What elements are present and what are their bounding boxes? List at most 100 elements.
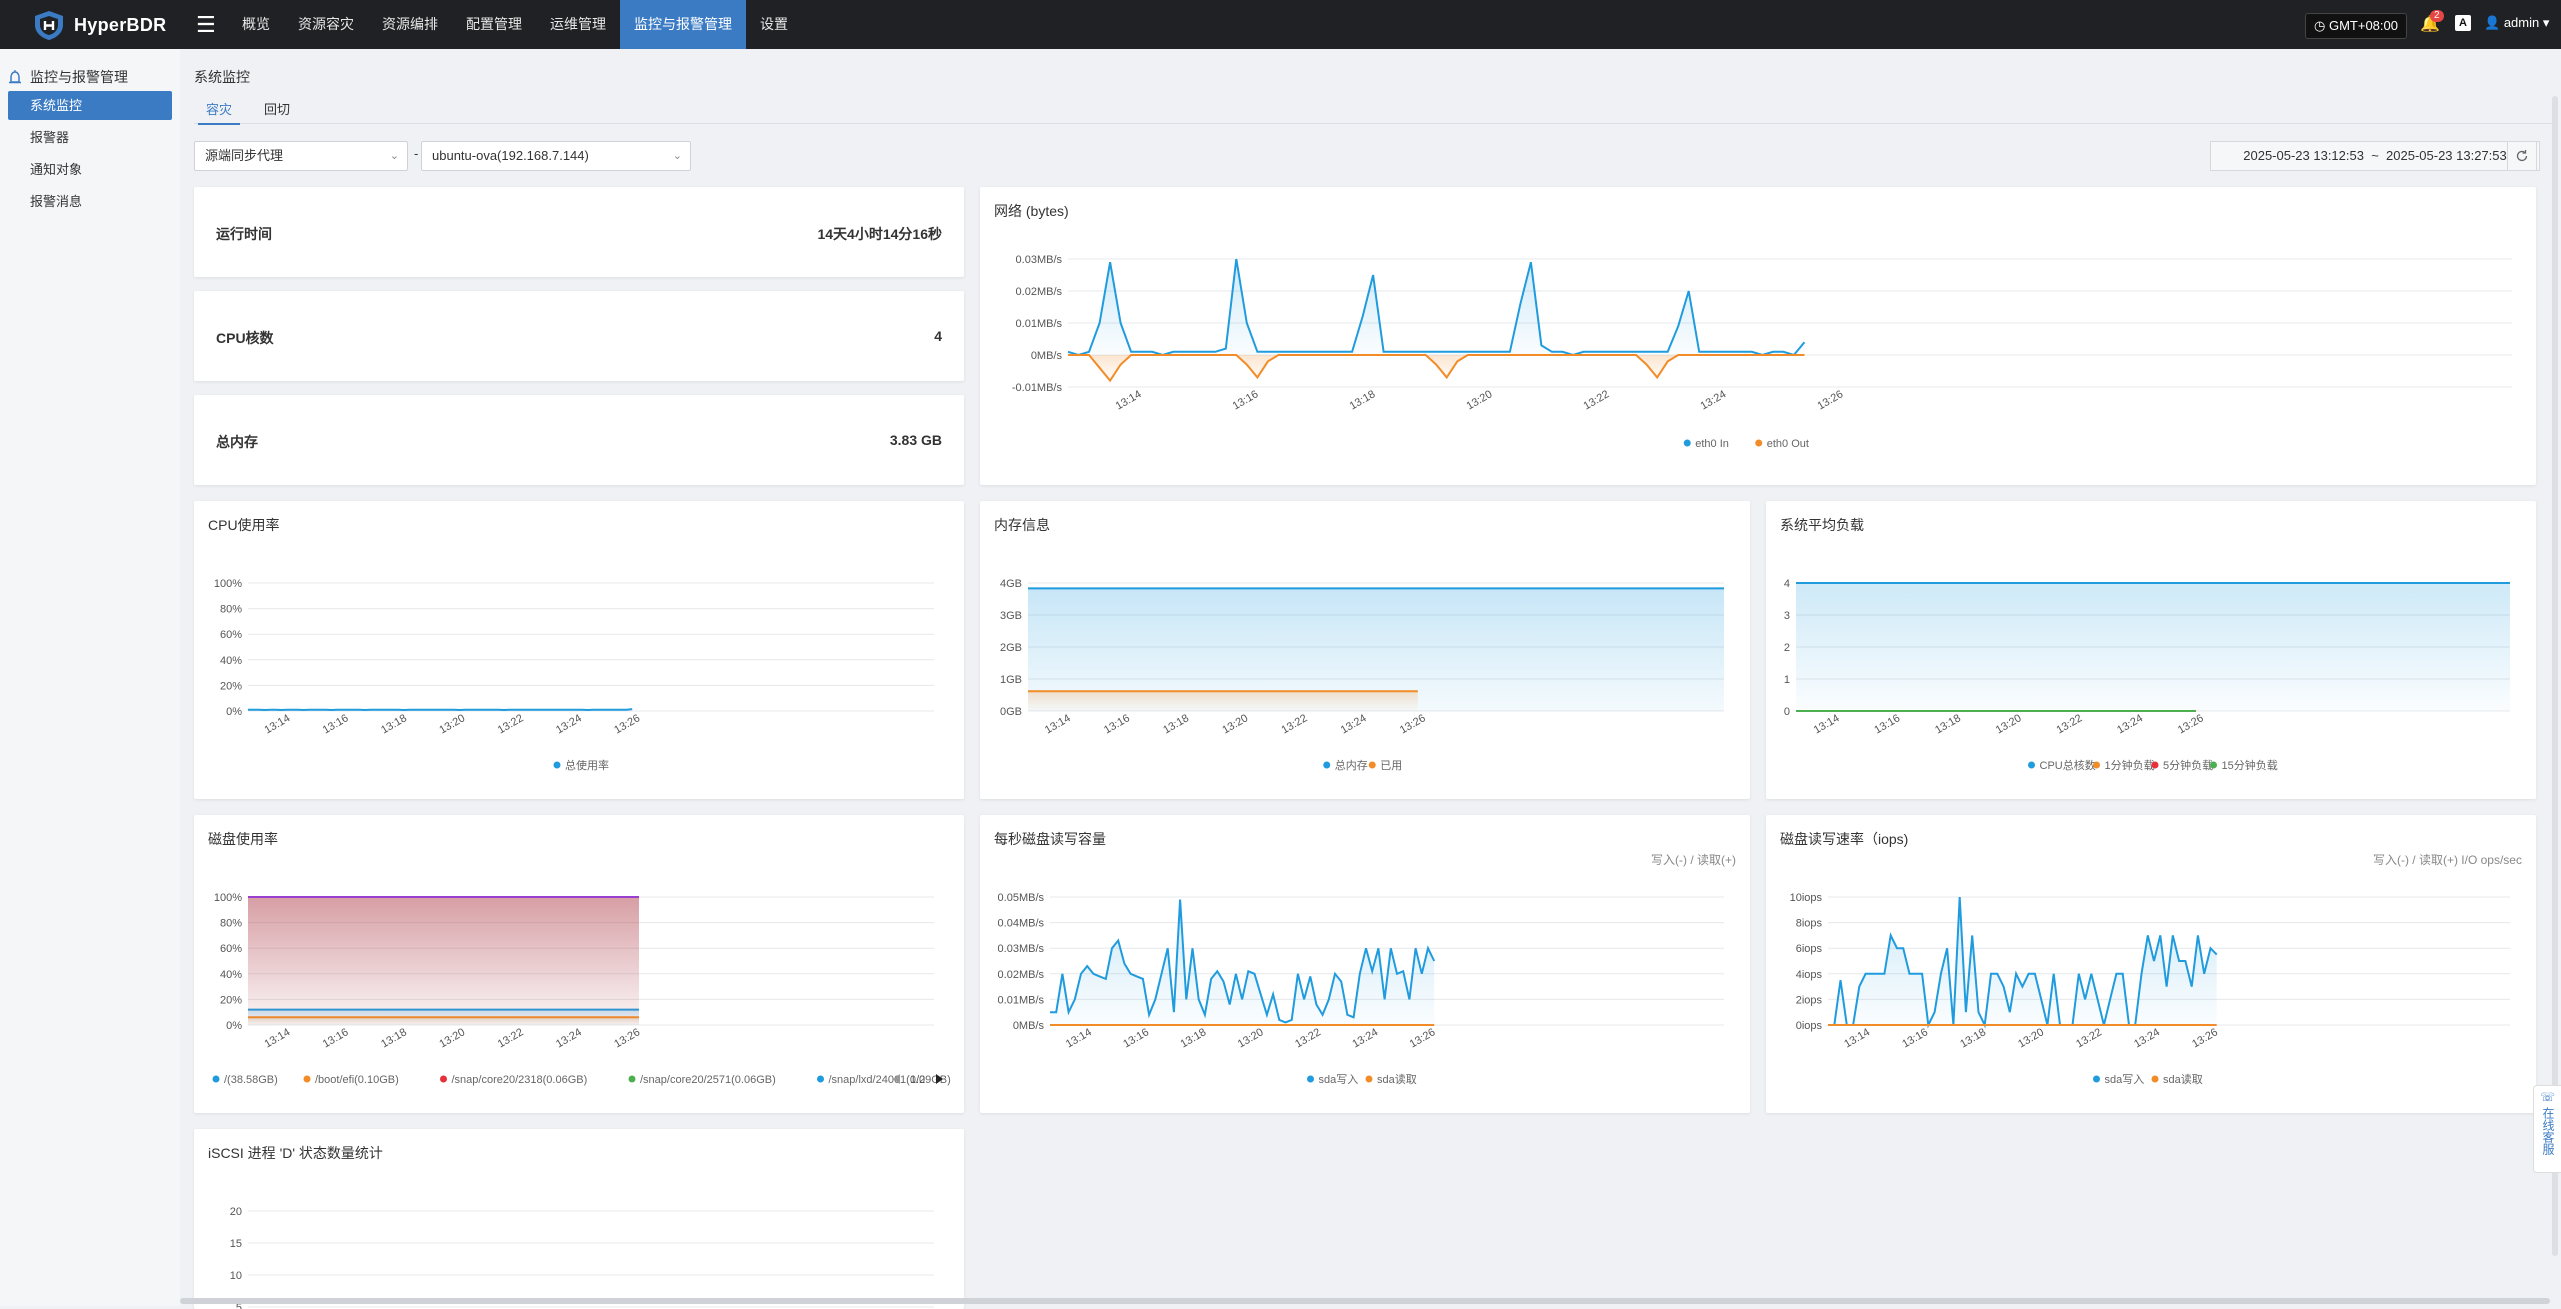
online-support-button[interactable]: ☏ 在线客服 bbox=[2533, 1085, 2561, 1173]
y-tick-label: 2iops bbox=[1796, 994, 1823, 1006]
x-tick-label: 13:20 bbox=[1465, 388, 1495, 412]
sidebar-section-title[interactable]: 监控与报警管理 bbox=[8, 67, 128, 87]
nav-item-monitoring[interactable]: 监控与报警管理 bbox=[620, 0, 746, 49]
y-tick-label: 4 bbox=[1784, 578, 1790, 590]
main-nav: 概览 资源容灾 资源编排 配置管理 运维管理 监控与报警管理 设置 bbox=[228, 0, 802, 49]
series-area-1 bbox=[1028, 691, 1418, 711]
legend-marker bbox=[2151, 1075, 2159, 1083]
x-tick-label: 13:16 bbox=[1900, 1026, 1930, 1050]
sidebar-item-system-monitor[interactable]: 系统监控 bbox=[8, 91, 172, 120]
app-logo[interactable]: HyperBDR bbox=[32, 9, 166, 41]
legend-marker bbox=[628, 1075, 636, 1083]
refresh-button[interactable] bbox=[2507, 141, 2537, 171]
y-tick-label: 0.02MB/s bbox=[998, 969, 1045, 981]
language-icon[interactable]: A bbox=[2455, 15, 2471, 31]
y-tick-label: 0MB/s bbox=[1031, 350, 1063, 362]
y-tick-label: 2 bbox=[1784, 642, 1790, 654]
x-tick-label: 13:22 bbox=[1582, 388, 1612, 412]
legend-label: sda读取 bbox=[1377, 1072, 1417, 1086]
nav-item-orchestration[interactable]: 资源编排 bbox=[368, 0, 452, 49]
y-tick-label: 1GB bbox=[1000, 674, 1022, 686]
y-tick-label: 0iops bbox=[1796, 1020, 1823, 1032]
y-tick-label: 0.05MB/s bbox=[998, 892, 1045, 904]
date-range-picker[interactable]: 2025-05-23 13:12:53 ~ 2025-05-23 13:27:5… bbox=[2210, 141, 2540, 171]
filter-separator: - bbox=[414, 146, 419, 161]
y-tick-label: 0% bbox=[226, 1020, 242, 1032]
x-tick-label: 13:22 bbox=[2054, 712, 2084, 736]
y-tick-label: 0.01MB/s bbox=[998, 994, 1045, 1006]
chart-card-load: 系统平均负载 4 3 2 1 0 13:14 13:16 13:18 13:20 13:22 13:… bbox=[1766, 501, 2536, 799]
menu-toggle-icon[interactable]: ☰ bbox=[196, 12, 216, 38]
x-tick-label: 13:24 bbox=[1350, 1026, 1380, 1050]
date-to: 2025-05-23 13:27:53 bbox=[2386, 148, 2507, 163]
nav-item-config[interactable]: 配置管理 bbox=[452, 0, 536, 49]
legend-label: 15分钟负载 bbox=[2222, 758, 2278, 772]
legend-marker bbox=[1307, 1075, 1314, 1083]
nav-item-dr[interactable]: 资源容灾 bbox=[284, 0, 368, 49]
tab-dr[interactable]: 容灾 bbox=[198, 99, 241, 125]
x-tick-label: 13:26 bbox=[1815, 388, 1845, 412]
vertical-scrollbar[interactable] bbox=[2552, 96, 2558, 1256]
headset-icon: ☏ bbox=[2539, 1090, 2555, 1104]
x-tick-label: 13:16 bbox=[321, 1026, 351, 1050]
y-tick-label: 0.02MB/s bbox=[1016, 286, 1063, 298]
legend-marker bbox=[2028, 761, 2035, 769]
legend-marker bbox=[817, 1075, 824, 1083]
legend-marker bbox=[1323, 761, 1331, 769]
nav-item-settings[interactable]: 设置 bbox=[746, 0, 802, 49]
chart-card-network: 网络 (bytes) 0.03MB/s 0.02MB/s 0.01MB/s 0MB/s… bbox=[980, 187, 2536, 485]
x-tick-label: 13:24 bbox=[1339, 712, 1369, 736]
legend-marker bbox=[212, 1075, 220, 1083]
chart-svg-iscsi: 2015105 bbox=[230, 1206, 934, 1309]
y-tick-label: 20 bbox=[230, 1206, 242, 1218]
chart-svg-disk_rw: 0.05MB/s 0.04MB/s 0.03MB/s 0.02MB/s 0.01MB/s… bbox=[998, 892, 1724, 1086]
top-bar: HyperBDR ☰ 概览 资源容灾 资源编排 配置管理 运维管理 监控与报警管… bbox=[0, 0, 2561, 49]
y-tick-label: 10 bbox=[230, 1270, 242, 1282]
legend-label: 1分钟负载 bbox=[2105, 758, 2155, 772]
y-tick-label: 3GB bbox=[1000, 610, 1022, 622]
x-tick-label: 13:24 bbox=[1698, 388, 1728, 412]
shield-logo-icon bbox=[35, 11, 63, 40]
chevron-down-icon: ⌄ bbox=[389, 150, 399, 162]
x-tick-label: 13:26 bbox=[1408, 1026, 1438, 1050]
user-icon: 👤 bbox=[2484, 15, 2504, 30]
series-area-0 bbox=[1068, 259, 1805, 355]
legend-label: 已用 bbox=[1380, 760, 1402, 772]
nav-item-overview[interactable]: 概览 bbox=[228, 0, 284, 49]
y-tick-label: 40% bbox=[220, 655, 242, 667]
x-tick-label: 13:14 bbox=[1064, 1026, 1094, 1050]
y-tick-label: 4iops bbox=[1796, 969, 1823, 981]
chart-svg-memory: 4GB 3GB 2GB 1GB 0GB 13:14 13:16 13:18 13:20 13:22… bbox=[1000, 578, 1724, 772]
nav-item-ops[interactable]: 运维管理 bbox=[536, 0, 620, 49]
series-area-0 bbox=[1796, 583, 2510, 711]
x-tick-label: 13:18 bbox=[379, 1026, 409, 1050]
tab-failback[interactable]: 回切 bbox=[256, 99, 298, 123]
chart-card-iscsi: iSCSI 进程 'D' 状态数量统计 20 15 10 5 bbox=[194, 1129, 964, 1309]
x-tick-label: 13:14 bbox=[262, 1026, 292, 1050]
sidebar-item-notify-targets[interactable]: 通知对象 bbox=[8, 155, 172, 184]
x-tick-label: 13:16 bbox=[1872, 712, 1902, 736]
legend-marker bbox=[553, 761, 561, 769]
host-select[interactable]: ubuntu-ova(192.168.7.144) ⌄ bbox=[421, 141, 691, 171]
timezone-button[interactable]: ◷ GMT+08:00 bbox=[2305, 13, 2407, 39]
x-tick-label: 13:18 bbox=[1161, 712, 1191, 736]
sidebar-item-alarm-messages[interactable]: 报警消息 bbox=[8, 187, 172, 216]
y-tick-label: 80% bbox=[220, 604, 242, 616]
user-menu[interactable]: 👤 admin ▾ bbox=[2484, 15, 2549, 31]
stat-label: CPU核数 bbox=[216, 330, 274, 346]
horizontal-scrollbar[interactable] bbox=[180, 1298, 2550, 1304]
x-tick-label: 13:26 bbox=[1398, 712, 1428, 736]
chart-svg-disk_iops: 10iops 8iops 6iops 4iops 2iops 0iops 13:14 13:1… bbox=[1790, 892, 2510, 1086]
y-tick-label: 100% bbox=[214, 892, 242, 904]
refresh-icon bbox=[2516, 150, 2528, 162]
chart-svg-disk_usage: 100% 80% 60% 40% 20% 0% 13:14 13:16 13:18 13:20 13… bbox=[212, 892, 951, 1086]
agent-type-select[interactable]: 源端同步代理 ⌄ bbox=[194, 141, 408, 171]
legend-label: CPU总核数 bbox=[2040, 758, 2096, 772]
x-tick-label: 13:22 bbox=[1280, 712, 1310, 736]
y-tick-label: 0.03MB/s bbox=[998, 943, 1045, 955]
stat-card-cpu-cores: CPU核数 4 bbox=[194, 291, 964, 381]
sidebar-item-alarms[interactable]: 报警器 bbox=[8, 123, 172, 152]
chart-card-disk-iops: 磁盘读写速率（iops) 写入(-) / 读取(+) I/O ops/sec 1… bbox=[1766, 815, 2536, 1113]
y-tick-label: 2GB bbox=[1000, 642, 1022, 654]
clock-icon: ◷ bbox=[2314, 18, 2329, 33]
